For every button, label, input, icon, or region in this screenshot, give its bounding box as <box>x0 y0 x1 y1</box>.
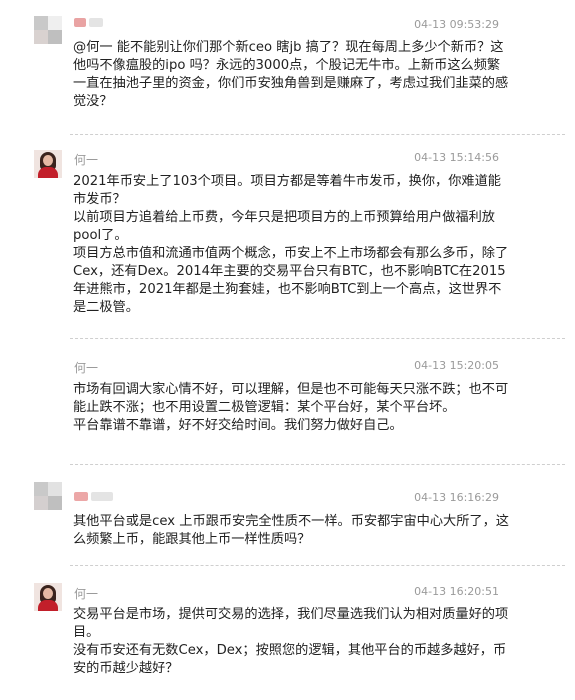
commenter-name[interactable]: 何一 <box>74 151 98 168</box>
comment-item: 何一 04-13 15:20:05 市场有回调大家心情不好，可以理解，但是也不可… <box>0 346 575 471</box>
comment-text: 其他平台或是cex 上币跟币安完全性质不一样。币安都宇宙中心大所了，这么频繁上币… <box>73 514 509 547</box>
commenter-name[interactable]: 雷某 <box>74 15 106 29</box>
avatar[interactable] <box>34 583 62 611</box>
comment-item: 何一 04-13 16:20:51 交易平台是市场，提供可交易的选择，我们尽量选… <box>0 571 575 700</box>
commenter-name[interactable] <box>74 489 116 503</box>
comment-item: 04-13 16:16:29 其他平台或是cex 上币跟币安完全性质不一样。币安… <box>0 471 575 571</box>
divider <box>70 338 565 339</box>
avatar[interactable] <box>34 482 62 510</box>
comment-timestamp: 04-13 15:20:05 <box>414 359 499 372</box>
divider <box>70 464 565 465</box>
comment-text: 市场有回调大家心情不好，可以理解，但是也不可能每天只涨不跌；也不可能止跌不涨；也… <box>73 382 509 433</box>
avatar[interactable] <box>34 150 62 178</box>
comment-text: 2021年币安上了103个项目。项目方都是等着牛市发币，换你，你难道能市发币？ … <box>73 174 509 315</box>
comment-timestamp: 04-13 15:14:56 <box>414 151 499 164</box>
comment-text: @何一 能不能别让你们那个新ceo 瞎jb 搞了？现在每周上多少个新币？这他吗不… <box>73 40 509 109</box>
comment-text: 交易平台是市场，提供可交易的选择，我们尽量选我们认为相对质量好的项目。 没有币安… <box>73 607 509 676</box>
divider <box>70 134 565 135</box>
comment-thread: 雷某 04-13 09:53:29 @何一 能不能别让你们那个新ceo 瞎jb … <box>0 0 575 700</box>
comment-timestamp: 04-13 16:20:51 <box>414 585 499 598</box>
avatar[interactable] <box>34 16 62 44</box>
commenter-name[interactable]: 何一 <box>74 585 98 602</box>
commenter-name[interactable]: 何一 <box>74 359 98 376</box>
comment-item: 何一 04-13 15:14:56 2021年币安上了103个项目。项目方都是等… <box>0 140 575 346</box>
comment-item: 雷某 04-13 09:53:29 @何一 能不能别让你们那个新ceo 瞎jb … <box>0 0 575 140</box>
comment-timestamp: 04-13 16:16:29 <box>414 491 499 504</box>
comment-timestamp: 04-13 09:53:29 <box>414 18 499 31</box>
divider <box>70 565 565 566</box>
